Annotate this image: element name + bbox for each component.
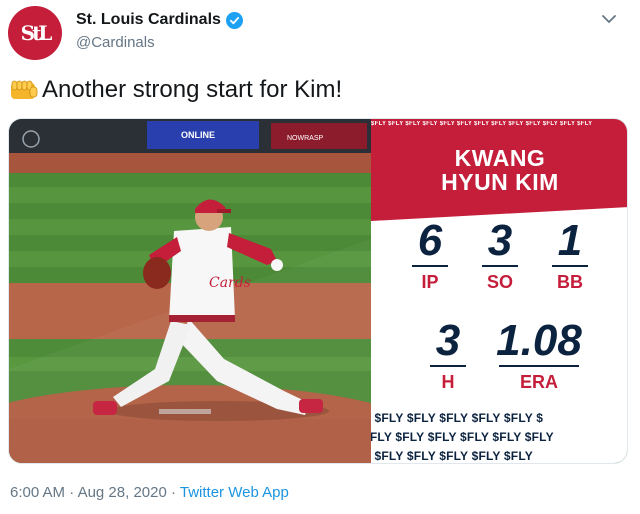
- stat-so: 3 SO: [465, 217, 535, 293]
- stat-h: 3 H: [413, 317, 483, 393]
- stat-era-label: ERA: [519, 372, 558, 392]
- source-app-link[interactable]: Twitter Web App: [180, 484, 289, 501]
- stat-bb: 1 BB: [535, 217, 605, 293]
- tweet-text: Another strong start for Kim!: [10, 76, 342, 104]
- stat-divider: [482, 265, 518, 267]
- stat-so-value: 3: [487, 216, 513, 265]
- stat-divider: [552, 265, 588, 267]
- stats-card-header: $FLY $FLY $FLY $FLY $FLY $FLY $FLY $FLY …: [371, 119, 627, 207]
- display-name[interactable]: St. Louis Cardinals: [76, 11, 221, 29]
- stat-era-value: 1.08: [496, 316, 582, 365]
- tweet: StL St. Louis Cardinals @Cardinals Anoth…: [0, 0, 640, 514]
- fly-strip-top: $FLY $FLY $FLY $FLY $FLY $FLY $FLY $FLY …: [371, 121, 593, 127]
- fly-pattern: Y $FLY $FLY $FLY $FLY $FLY $ $FLY $FLY $…: [371, 409, 627, 463]
- stats-card: $FLY $FLY $FLY $FLY $FLY $FLY $FLY $FLY …: [371, 119, 627, 463]
- stat-era: 1.08 ERA: [489, 317, 589, 393]
- stat-so-label: SO: [486, 272, 513, 292]
- stat-divider: [499, 365, 579, 367]
- tweet-time[interactable]: 6:00 AM: [10, 484, 65, 501]
- tweet-media-image[interactable]: ONLINE NOWRASP Cards $FLY $FLY $FLY $FLY…: [8, 118, 628, 464]
- stat-h-value: 3: [435, 316, 461, 365]
- wall-sign: NOWRASP: [287, 135, 324, 142]
- verified-badge-icon: [225, 11, 243, 29]
- banner-text: ONLINE: [181, 130, 215, 140]
- chevron-down-icon[interactable]: [598, 8, 620, 30]
- stat-ip-label: IP: [421, 272, 439, 292]
- tweet-timestamp: 6:00 AM · Aug 28, 2020 · Twitter Web App: [10, 484, 289, 501]
- timestamp-separator: ·: [65, 484, 78, 501]
- author-name-row[interactable]: St. Louis Cardinals: [76, 11, 243, 29]
- fly-row: Y $FLY $FLY $FLY $FLY $FLY: [371, 449, 533, 463]
- stat-h-label: H: [441, 372, 455, 392]
- stat-ip-value: 6: [417, 216, 443, 265]
- stat-divider: [412, 265, 448, 267]
- fly-row: Y $FLY $FLY $FLY $FLY $FLY $: [371, 411, 544, 425]
- avatar[interactable]: StL: [8, 6, 62, 60]
- stat-bb-label: BB: [557, 272, 583, 292]
- stat-divider: [430, 365, 466, 367]
- tweet-date[interactable]: Aug 28, 2020: [78, 484, 167, 501]
- player-first-name: KWANG: [454, 145, 546, 171]
- author-handle[interactable]: @Cardinals: [76, 34, 155, 51]
- tweet-body: Another strong start for Kim!: [42, 76, 343, 103]
- cardinals-logo-icon: StL: [20, 21, 53, 45]
- stat-ip: 6 IP: [395, 217, 465, 293]
- fly-row: $FLY $FLY $FLY $FLY $FLY $FLY: [371, 430, 554, 444]
- stat-bb-value: 1: [557, 216, 583, 265]
- player-last-name: HYUN KIM: [441, 169, 559, 195]
- raised-fist-icon: [10, 78, 38, 102]
- timestamp-separator: ·: [166, 484, 180, 501]
